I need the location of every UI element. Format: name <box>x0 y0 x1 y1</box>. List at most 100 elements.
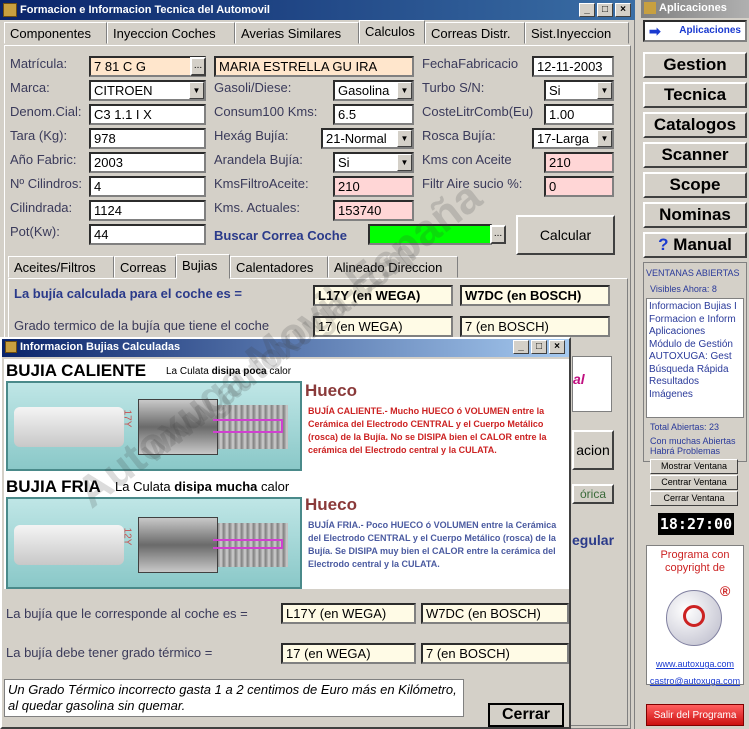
tecnica-button[interactable]: Tecnica <box>643 82 747 108</box>
arandela-select[interactable]: Si ▼ <box>333 152 414 173</box>
subtab-aceites-filtros[interactable]: Aceites/Filtros <box>8 256 114 278</box>
cilindrada-field[interactable]: 1124 <box>89 200 206 221</box>
coste-field[interactable]: 1.00 <box>544 104 614 125</box>
bujia-wega-field[interactable]: L17Y (en WEGA) <box>313 285 453 306</box>
grado-debe-bosch-field[interactable]: 7 (en BOSCH) <box>421 643 569 664</box>
tab-inyeccion-coches[interactable]: Inyeccion Coches <box>107 22 235 44</box>
ventana-item[interactable]: Módulo de Gestión <box>649 339 741 352</box>
subtab-alineado-direccion[interactable]: Alineado Direccion <box>328 256 458 278</box>
chevron-down-icon[interactable]: ▼ <box>597 82 612 99</box>
ceramic-insulator <box>14 407 124 447</box>
popup-minimize-button[interactable]: _ <box>513 340 529 354</box>
subtab-bujias[interactable]: Bujias <box>176 254 230 279</box>
rosca-value: 17-Larga <box>537 131 590 146</box>
subtab-calentadores[interactable]: Calentadores <box>230 256 328 278</box>
partial-teorica-button[interactable]: órica <box>572 484 614 504</box>
nominas-button[interactable]: Nominas <box>643 202 747 228</box>
scope-button[interactable]: Scope <box>643 172 747 198</box>
owner-field[interactable]: MARIA ESTRELLA GU IRA <box>214 56 414 77</box>
tara-field[interactable]: 978 <box>89 128 206 149</box>
tab-calculos[interactable]: Calculos <box>359 20 425 44</box>
ventana-item[interactable]: Formacion e Inform <box>649 314 741 327</box>
close-button[interactable]: × <box>615 3 631 17</box>
arrow-right-icon: ➡ <box>649 23 661 39</box>
centrar-ventana-button[interactable]: Centrar Ventana <box>650 475 738 490</box>
filtraire-field[interactable]: 0 <box>544 176 614 197</box>
tab-sist-inyeccion[interactable]: Sist.Inyeccion <box>525 22 629 44</box>
kmsaceite-field[interactable]: 210 <box>544 152 614 173</box>
tab-correas-distr[interactable]: Correas Distr. <box>425 22 525 44</box>
gestion-button[interactable]: Gestion <box>643 52 747 78</box>
ventana-item[interactable]: Imágenes <box>649 389 741 402</box>
partial-action-button[interactable]: acion <box>572 430 614 470</box>
sidebar-titlebar[interactable]: Aplicaciones <box>641 0 749 18</box>
caliente-description: BUJÍA CALIENTE.- Mucho HUECO ó VOLUMEN e… <box>308 406 547 455</box>
chevron-down-icon[interactable]: ▼ <box>397 82 412 99</box>
chevron-down-icon[interactable]: ▼ <box>189 82 204 99</box>
kmsfiltro-field[interactable]: 210 <box>333 176 414 197</box>
hueco-label-fria: Hueco <box>305 495 357 514</box>
grado-bosch-field[interactable]: 7 (en BOSCH) <box>460 316 610 337</box>
scanner-button[interactable]: Scanner <box>643 142 747 168</box>
ventanas-title: VENTANAS ABIERTAS <box>646 268 740 278</box>
ventanas-list[interactable]: Informacion Bujias I Formacion e Inform … <box>646 298 744 418</box>
salir-button[interactable]: Salir del Programa <box>646 704 744 726</box>
maximize-button[interactable]: □ <box>597 3 613 17</box>
bujia-bosch-field[interactable]: W7DC (en BOSCH) <box>460 285 610 306</box>
fecha-field[interactable]: 12-11-2003 <box>532 56 614 77</box>
gasoli-select[interactable]: Gasolina ▼ <box>333 80 414 101</box>
website-link[interactable]: www.autoxuga.com <box>646 659 744 669</box>
corresponde-bosch-field[interactable]: W7DC (en BOSCH) <box>421 603 569 624</box>
ventana-item[interactable]: Resultados <box>649 376 741 389</box>
ventana-item[interactable]: Búsqueda Rápida <box>649 364 741 377</box>
corresponde-wega-field[interactable]: L17Y (en WEGA) <box>281 603 416 624</box>
anyo-field[interactable]: 2003 <box>89 152 206 173</box>
hexag-label: Hexág Bujía: <box>214 128 289 143</box>
popup-maximize-button[interactable]: □ <box>531 340 547 354</box>
ventana-item[interactable]: AUTOXUGA: Gest <box>649 351 741 364</box>
tab-averias-similares[interactable]: Averias Similares <box>235 22 359 44</box>
chevron-down-icon[interactable]: ▼ <box>597 130 612 147</box>
cerrar-button[interactable]: Cerrar <box>488 703 564 727</box>
buscar-correa-field[interactable] <box>368 224 492 245</box>
minimize-button[interactable]: _ <box>579 3 595 17</box>
aplicaciones-button[interactable]: ➡ Aplicaciones <box>643 20 747 42</box>
turbo-label: Turbo S/N: <box>422 80 485 95</box>
matricula-lookup-button[interactable]: ... <box>190 57 206 76</box>
chevron-down-icon[interactable]: ▼ <box>397 154 412 171</box>
calcular-button[interactable]: Calcular <box>516 215 615 255</box>
hexag-select[interactable]: 21-Normal ▼ <box>321 128 414 149</box>
kmsactual-field[interactable]: 153740 <box>333 200 414 221</box>
turbo-select[interactable]: Si ▼ <box>544 80 614 101</box>
cerrar-ventana-button[interactable]: Cerrar Ventana <box>650 491 738 506</box>
rosca-select[interactable]: 17-Larga ▼ <box>532 128 614 149</box>
denom-field[interactable]: C3 1.1 I X <box>89 104 206 125</box>
mostrar-ventana-button[interactable]: Mostrar Ventana <box>650 459 738 474</box>
ventana-item[interactable]: Aplicaciones <box>649 326 741 339</box>
marca-select[interactable]: CITROEN ▼ <box>89 80 206 101</box>
popup-close-button[interactable]: × <box>549 340 565 354</box>
cilindros-field[interactable]: 4 <box>89 176 206 197</box>
autoxuga-logo <box>666 590 722 646</box>
tab-componentes[interactable]: Componentes <box>4 22 107 44</box>
tara-label: Tara (Kg): <box>10 128 68 143</box>
manual-button[interactable]: ? Manual <box>643 232 747 258</box>
turbo-value: Si <box>549 83 561 98</box>
consum-field[interactable]: 6.5 <box>333 104 414 125</box>
catalogos-button[interactable]: Catalogos <box>643 112 747 138</box>
buscar-correa-button[interactable]: ... <box>490 225 506 244</box>
ventana-item[interactable]: Informacion Bujias I <box>649 301 741 314</box>
pot-field[interactable]: 44 <box>89 224 206 245</box>
kmsactual-label: Kms. Actuales: <box>214 200 300 215</box>
chevron-down-icon[interactable]: ▼ <box>397 130 412 147</box>
buscar-correa-label: Buscar Correa Coche <box>214 228 347 243</box>
email-link[interactable]: castro@autoxuga.com <box>646 676 744 686</box>
subtab-correas[interactable]: Correas <box>114 256 176 278</box>
matricula-field[interactable]: 7 81 C G <box>89 56 206 77</box>
grado-debe-wega-field[interactable]: 17 (en WEGA) <box>281 643 416 664</box>
grado-wega-field[interactable]: 17 (en WEGA) <box>313 316 453 337</box>
popup-titlebar[interactable]: Informacion Bujias Calculadas _ □ × <box>2 339 569 357</box>
main-titlebar[interactable]: Formacion e Informacion Tecnica del Auto… <box>0 0 635 20</box>
bujias-info-popup: Informacion Bujias Calculadas _ □ × BUJI… <box>0 337 571 729</box>
arandela-label: Arandela Bujía: <box>214 152 303 167</box>
